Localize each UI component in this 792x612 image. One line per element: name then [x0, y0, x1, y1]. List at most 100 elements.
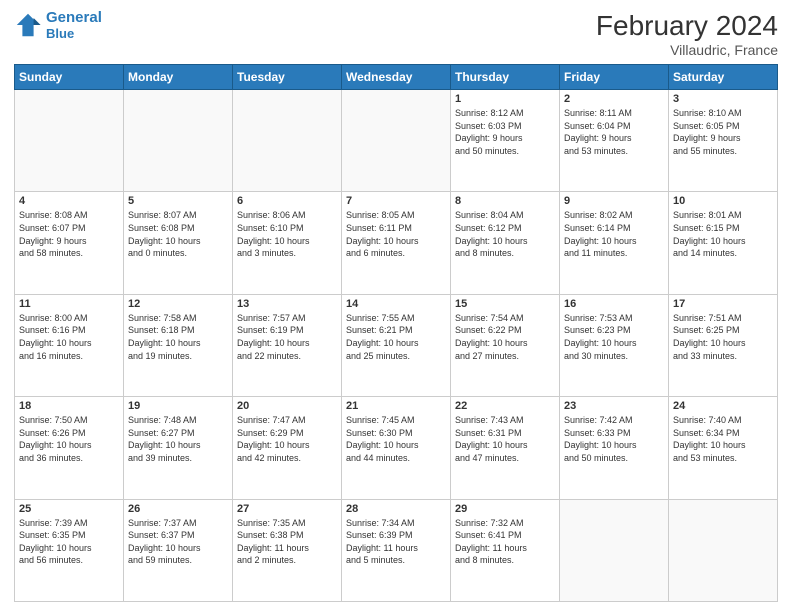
day-number: 3	[673, 93, 773, 105]
day-info: Sunrise: 7:37 AMSunset: 6:37 PMDaylight:…	[128, 517, 228, 567]
weekday-friday: Friday	[560, 65, 669, 90]
calendar-cell	[560, 499, 669, 601]
calendar-cell: 17Sunrise: 7:51 AMSunset: 6:25 PMDayligh…	[669, 294, 778, 396]
calendar-cell: 14 Sunrise: 7:55 AMSunset: 6:21 PMDayligh…	[342, 294, 451, 396]
day-info: Sunrise: 7:40 AMSunset: 6:34 PMDaylight:…	[673, 414, 773, 464]
calendar-cell: 25Sunrise: 7:39 AMSunset: 6:35 PMDayligh…	[15, 499, 124, 601]
calendar-cell: 8 Sunrise: 8:04 AMSunset: 6:12 PMDaylight…	[451, 192, 560, 294]
calendar-cell: 4 Sunrise: 8:08 AMSunset: 6:07 PMDaylight…	[15, 192, 124, 294]
day-info: Sunrise: 8:11 AMSunset: 6:04 PMDaylight:…	[564, 107, 664, 157]
calendar-cell: 26 Sunrise: 7:37 AMSunset: 6:37 PMDayligh…	[124, 499, 233, 601]
day-info: Sunrise: 7:58 AMSunset: 6:18 PMDaylight:…	[128, 312, 228, 362]
day-number: 22	[455, 400, 555, 412]
day-number: 16	[564, 298, 664, 310]
week-row-1: 4 Sunrise: 8:08 AMSunset: 6:07 PMDaylight…	[15, 192, 778, 294]
logo-text: General Blue	[46, 10, 102, 41]
day-number: 2	[564, 93, 664, 105]
calendar-cell: 6 Sunrise: 8:06 AMSunset: 6:10 PMDaylight…	[233, 192, 342, 294]
day-number: 7	[346, 195, 446, 207]
calendar-cell: 13Sunrise: 7:57 AMSunset: 6:19 PMDayligh…	[233, 294, 342, 396]
day-info: Sunrise: 7:34 AMSunset: 6:39 PMDaylight:…	[346, 517, 446, 567]
day-number: 24	[673, 400, 773, 412]
day-number: 1	[455, 93, 555, 105]
day-info: Sunrise: 8:06 AMSunset: 6:10 PMDaylight:…	[237, 209, 337, 259]
logo: General Blue	[14, 10, 102, 41]
calendar-cell: 27 Sunrise: 7:35 AMSunset: 6:38 PMDayligh…	[233, 499, 342, 601]
calendar-cell: 21Sunrise: 7:45 AMSunset: 6:30 PMDayligh…	[342, 397, 451, 499]
day-info: Sunrise: 7:32 AMSunset: 6:41 PMDaylight:…	[455, 517, 555, 567]
calendar-cell: 12 Sunrise: 7:58 AMSunset: 6:18 PMDayligh…	[124, 294, 233, 396]
weekday-monday: Monday	[124, 65, 233, 90]
weekday-sunday: Sunday	[15, 65, 124, 90]
calendar-cell: 7 Sunrise: 8:05 AMSunset: 6:11 PMDaylight…	[342, 192, 451, 294]
day-number: 4	[19, 195, 119, 207]
calendar-cell: 23 Sunrise: 7:42 AMSunset: 6:33 PMDayligh…	[560, 397, 669, 499]
day-info: Sunrise: 7:55 AMSunset: 6:21 PMDaylight:…	[346, 312, 446, 362]
day-number: 6	[237, 195, 337, 207]
day-number: 29	[455, 503, 555, 515]
calendar-cell: 2 Sunrise: 8:11 AMSunset: 6:04 PMDaylight…	[560, 90, 669, 192]
day-info: Sunrise: 7:47 AMSunset: 6:29 PMDaylight:…	[237, 414, 337, 464]
day-info: Sunrise: 7:50 AMSunset: 6:26 PMDaylight:…	[19, 414, 119, 464]
day-info: Sunrise: 7:39 AMSunset: 6:35 PMDaylight:…	[19, 517, 119, 567]
day-number: 18	[19, 400, 119, 412]
day-number: 10	[673, 195, 773, 207]
day-info: Sunrise: 8:08 AMSunset: 6:07 PMDaylight:…	[19, 209, 119, 259]
day-info: Sunrise: 7:42 AMSunset: 6:33 PMDaylight:…	[564, 414, 664, 464]
header: General Blue February 2024 Villaudric, F…	[14, 10, 778, 58]
week-row-2: 11 Sunrise: 8:00 AMSunset: 6:16 PMDayligh…	[15, 294, 778, 396]
day-info: Sunrise: 7:48 AMSunset: 6:27 PMDaylight:…	[128, 414, 228, 464]
day-number: 28	[346, 503, 446, 515]
day-number: 12	[128, 298, 228, 310]
day-number: 19	[128, 400, 228, 412]
day-info: Sunrise: 8:10 AMSunset: 6:05 PMDaylight:…	[673, 107, 773, 157]
calendar-cell: 29 Sunrise: 7:32 AMSunset: 6:41 PMDayligh…	[451, 499, 560, 601]
weekday-tuesday: Tuesday	[233, 65, 342, 90]
calendar-cell: 18 Sunrise: 7:50 AMSunset: 6:26 PMDayligh…	[15, 397, 124, 499]
calendar-cell	[15, 90, 124, 192]
day-info: Sunrise: 8:07 AMSunset: 6:08 PMDaylight:…	[128, 209, 228, 259]
day-number: 14	[346, 298, 446, 310]
calendar-cell: 22 Sunrise: 7:43 AMSunset: 6:31 PMDayligh…	[451, 397, 560, 499]
weekday-thursday: Thursday	[451, 65, 560, 90]
day-info: Sunrise: 7:57 AMSunset: 6:19 PMDaylight:…	[237, 312, 337, 362]
day-number: 20	[237, 400, 337, 412]
day-info: Sunrise: 7:54 AMSunset: 6:22 PMDaylight:…	[455, 312, 555, 362]
logo-icon	[14, 11, 42, 39]
month-title: February 2024	[596, 10, 778, 42]
calendar-cell	[233, 90, 342, 192]
calendar-cell: 9Sunrise: 8:02 AMSunset: 6:14 PMDaylight…	[560, 192, 669, 294]
day-info: Sunrise: 8:00 AMSunset: 6:16 PMDaylight:…	[19, 312, 119, 362]
week-row-3: 18 Sunrise: 7:50 AMSunset: 6:26 PMDayligh…	[15, 397, 778, 499]
day-info: Sunrise: 7:43 AMSunset: 6:31 PMDaylight:…	[455, 414, 555, 464]
day-info: Sunrise: 7:51 AMSunset: 6:25 PMDaylight:…	[673, 312, 773, 362]
day-info: Sunrise: 7:35 AMSunset: 6:38 PMDaylight:…	[237, 517, 337, 567]
calendar-header: SundayMondayTuesdayWednesdayThursdayFrid…	[15, 65, 778, 90]
calendar-cell: 3 Sunrise: 8:10 AMSunset: 6:05 PMDaylight…	[669, 90, 778, 192]
day-number: 9	[564, 195, 664, 207]
calendar-cell	[669, 499, 778, 601]
week-row-4: 25Sunrise: 7:39 AMSunset: 6:35 PMDayligh…	[15, 499, 778, 601]
weekday-saturday: Saturday	[669, 65, 778, 90]
weekday-header-row: SundayMondayTuesdayWednesdayThursdayFrid…	[15, 65, 778, 90]
calendar-cell: 20 Sunrise: 7:47 AMSunset: 6:29 PMDayligh…	[233, 397, 342, 499]
calendar-cell: 10Sunrise: 8:01 AMSunset: 6:15 PMDayligh…	[669, 192, 778, 294]
calendar-cell: 19 Sunrise: 7:48 AMSunset: 6:27 PMDayligh…	[124, 397, 233, 499]
day-number: 23	[564, 400, 664, 412]
day-info: Sunrise: 8:05 AMSunset: 6:11 PMDaylight:…	[346, 209, 446, 259]
calendar-cell: 5Sunrise: 8:07 AMSunset: 6:08 PMDaylight…	[124, 192, 233, 294]
calendar-cell: 16 Sunrise: 7:53 AMSunset: 6:23 PMDayligh…	[560, 294, 669, 396]
day-number: 27	[237, 503, 337, 515]
title-block: February 2024 Villaudric, France	[596, 10, 778, 58]
weekday-wednesday: Wednesday	[342, 65, 451, 90]
day-info: Sunrise: 8:04 AMSunset: 6:12 PMDaylight:…	[455, 209, 555, 259]
calendar-table: SundayMondayTuesdayWednesdayThursdayFrid…	[14, 64, 778, 602]
calendar-cell: 28 Sunrise: 7:34 AMSunset: 6:39 PMDayligh…	[342, 499, 451, 601]
day-number: 26	[128, 503, 228, 515]
day-number: 21	[346, 400, 446, 412]
day-number: 8	[455, 195, 555, 207]
calendar-body: 1Sunrise: 8:12 AMSunset: 6:03 PMDaylight…	[15, 90, 778, 602]
day-number: 11	[19, 298, 119, 310]
day-info: Sunrise: 7:53 AMSunset: 6:23 PMDaylight:…	[564, 312, 664, 362]
week-row-0: 1Sunrise: 8:12 AMSunset: 6:03 PMDaylight…	[15, 90, 778, 192]
